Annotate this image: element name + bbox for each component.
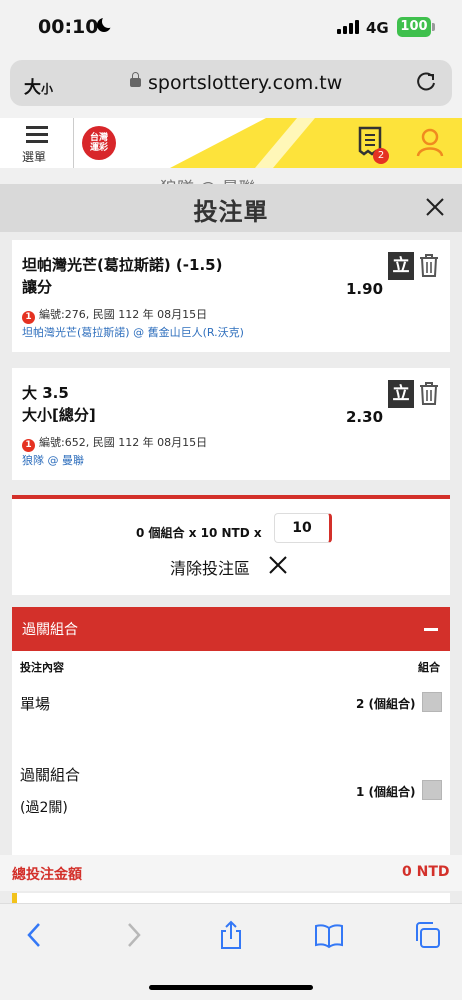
reload-icon[interactable] [415, 71, 437, 93]
parlay-header[interactable]: 過關組合 [12, 607, 450, 651]
bet-match[interactable]: 坦帕灣光芒(葛拉斯諾) @ 舊金山巨人(R.沃克) [22, 324, 244, 340]
clock: 00:10 [38, 16, 99, 38]
bet-info: 1 編號:652, 民國 112 年 08月15日 [22, 434, 207, 452]
site-header: 選單 台灣 運彩 2 [0, 118, 462, 168]
collapse-icon[interactable] [424, 628, 438, 631]
parlay-count: 1 (個組合) [356, 785, 416, 799]
next-section-edge [12, 893, 450, 903]
instant-bet-button[interactable]: 立 [388, 252, 414, 280]
stake-panel: 0 個組合 x 10 NTD x 10 清除投注區 [12, 495, 450, 595]
bet-odds: 1.90 [346, 280, 384, 298]
parlay-checkbox[interactable] [422, 780, 442, 800]
single-bet-checkbox[interactable] [422, 692, 442, 712]
parlay-section: 過關組合 投注內容 組合 單場 2 (個組合) 過關組合 (過2關) 1 (個組… [12, 607, 450, 855]
parlay-label: 過關組合 [20, 766, 81, 784]
browser-address-area: 大小 sportslottery.com.tw [0, 54, 462, 118]
url-text[interactable]: sportslottery.com.tw [148, 72, 342, 94]
bookmarks-icon[interactable] [314, 920, 344, 950]
menu-button[interactable]: 選單 [0, 118, 74, 168]
network-type: 4G [366, 19, 389, 37]
user-icon[interactable] [414, 126, 446, 158]
tabs-icon[interactable] [412, 920, 442, 950]
trash-icon[interactable] [418, 380, 440, 406]
menu-label: 選單 [22, 150, 47, 164]
clear-slip-button[interactable]: 清除投注區 [170, 555, 250, 579]
bet-odds: 2.30 [346, 408, 384, 426]
home-indicator [149, 985, 313, 990]
close-icon[interactable] [424, 196, 446, 218]
bet-info: 1 編號:276, 民國 112 年 08月15日 [22, 306, 207, 324]
forward-icon[interactable] [118, 920, 148, 950]
lock-icon [130, 72, 141, 87]
instant-bet-button[interactable]: 立 [388, 380, 414, 408]
column-header-combo: 組合 [418, 661, 440, 674]
bet-market: 讓分 [22, 278, 53, 296]
total-label: 總投注金額 [12, 867, 82, 883]
alert-icon: 1 [22, 439, 35, 452]
share-icon[interactable] [216, 920, 246, 950]
bet-slip-button[interactable]: 2 [357, 126, 389, 164]
single-bet-count: 2 (個組合) [356, 697, 416, 711]
alert-icon: 1 [22, 311, 35, 324]
single-bet-label: 單場 [20, 695, 51, 713]
parlay-title: 過關組合 [22, 622, 78, 638]
slip-header: 投注單 [0, 184, 462, 232]
bet-match[interactable]: 狼隊 @ 曼聯 [22, 452, 84, 468]
slip-title: 投注單 [193, 198, 269, 226]
back-icon[interactable] [20, 920, 50, 950]
address-bar[interactable]: 大小 sportslottery.com.tw [10, 60, 452, 106]
text-size-button[interactable]: 大小 [24, 73, 53, 98]
combo-summary: 0 個組合 x 10 NTD x [136, 526, 262, 540]
bet-market: 大小[總分] [22, 406, 96, 424]
clear-icon[interactable] [268, 555, 288, 575]
bet-selection: 大 3.5 [22, 384, 69, 402]
stake-input[interactable]: 10 [274, 513, 332, 543]
bet-card: 坦帕灣光芒(葛拉斯諾) (-1.5) 讓分 1.90 立 1 編號:276, 民國… [12, 240, 450, 352]
site-logo[interactable]: 台灣 運彩 [82, 126, 116, 160]
moon-icon [97, 15, 115, 32]
trash-icon[interactable] [418, 252, 440, 278]
slip-count-badge: 2 [373, 148, 389, 164]
total-bar: 總投注金額 0 NTD [0, 855, 462, 891]
bet-selection: 坦帕灣光芒(葛拉斯諾) (-1.5) [22, 256, 223, 274]
column-header-content: 投注內容 [20, 661, 64, 674]
bet-card: 大 3.5 大小[總分] 2.30 立 1 編號:652, 民國 112 年 08… [12, 368, 450, 480]
signal-icon [337, 20, 359, 34]
total-value: 0 NTD [402, 864, 450, 880]
parlay-legs: (過2關) [20, 800, 68, 816]
status-bar: 00:10 4G 100 [0, 0, 462, 54]
battery-icon: 100 [397, 17, 435, 37]
